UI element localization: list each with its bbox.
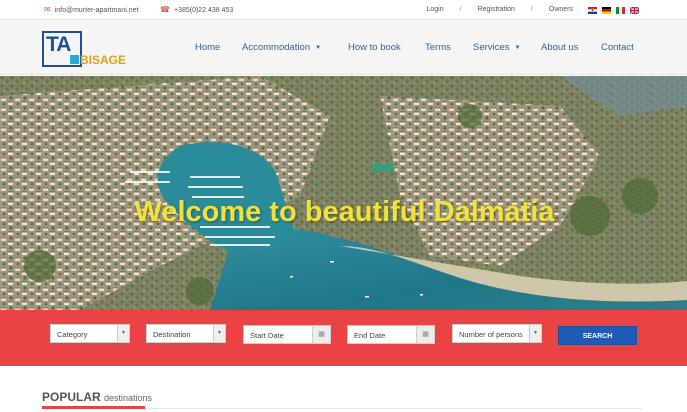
category-select[interactable]: Category ▾ [50, 324, 130, 343]
hero-title: Welcome to beautiful Dalmatia [134, 196, 555, 228]
caret-down-icon: ▼ [514, 44, 521, 51]
category-select-value: Category [57, 330, 88, 339]
top-bar: ✉ info@murter-apartmani.net ☎ +385(0)22 … [0, 0, 687, 20]
email-contact[interactable]: ✉ info@murter-apartmani.net [44, 6, 138, 14]
logo-subtext: BISAGE [80, 53, 127, 67]
flag-germany-icon[interactable] [602, 7, 611, 14]
nav-how-to-book[interactable]: How to book [348, 42, 401, 53]
search-button[interactable]: SEARCH [558, 326, 637, 345]
destination-select-value: Destination [153, 330, 191, 339]
nav-terms[interactable]: Terms [425, 42, 451, 53]
nav-services[interactable]: Services ▼ [473, 42, 520, 53]
nav-label: Home [195, 42, 221, 53]
calendar-icon[interactable]: ▦ [416, 326, 434, 343]
nav-home[interactable]: Home [195, 42, 220, 53]
logo-text: TA [46, 33, 71, 56]
owners-link[interactable]: Owners [549, 6, 573, 13]
nav-contact[interactable]: Contact [601, 42, 634, 53]
login-link[interactable]: Login [426, 6, 443, 13]
popular-destinations-heading: POPULAR destinations [42, 390, 152, 404]
nav-label: About us [541, 42, 579, 53]
popular-title-rest: destinations [104, 393, 153, 403]
envelope-icon: ✉ [44, 5, 51, 14]
hero-banner: Welcome to beautiful Dalmatia [0, 76, 687, 310]
email-text[interactable]: info@murter-apartmani.net [55, 7, 139, 14]
destination-select[interactable]: Destination ▾ [146, 324, 226, 343]
nav-about-us[interactable]: About us [541, 42, 579, 53]
persons-select[interactable]: Number of persons ▾ [452, 324, 542, 343]
nav-label: Services [473, 42, 510, 53]
flag-uk-icon[interactable] [630, 7, 639, 14]
phone-text: +385(0)22 438 453 [173, 6, 234, 14]
calendar-icon[interactable]: ▦ [312, 326, 330, 343]
nav-accommodation[interactable]: Accommodation ▼ [242, 42, 321, 53]
phone-icon: ☎ [160, 5, 170, 14]
start-date-input[interactable]: Start Date ▦ [243, 325, 331, 344]
main-header: TA BISAGE Home Accommodation ▼ How to boo… [0, 20, 687, 75]
flag-croatia-icon[interactable] [588, 7, 597, 14]
site-logo[interactable]: TA BISAGE [42, 31, 134, 69]
end-date-placeholder: End Date [354, 331, 386, 340]
heading-underline [42, 406, 145, 409]
start-date-placeholder: Start Date [250, 331, 284, 340]
nav-label: Contact [601, 42, 634, 53]
search-bar: Category ▾ Destination ▾ Start Date ▦ En… [0, 310, 687, 366]
flag-italy-icon[interactable] [616, 7, 625, 14]
chevron-down-icon: ▾ [213, 325, 225, 342]
end-date-input[interactable]: End Date ▦ [347, 325, 435, 344]
chevron-down-icon: ▾ [529, 325, 541, 342]
chevron-down-icon: ▾ [117, 325, 129, 342]
registration-link[interactable]: Registration [478, 6, 515, 13]
language-flags [588, 7, 639, 14]
account-links: Login / Registration / Owners [426, 6, 573, 13]
nav-label: Accommodation [242, 42, 311, 53]
popular-title-bold: POPULAR [42, 390, 101, 404]
aerial-harbor-image [0, 76, 687, 310]
separator: / [459, 6, 462, 13]
logo-square [70, 55, 79, 64]
persons-select-value: Number of persons [459, 330, 523, 339]
phone-contact: ☎ +385(0)22 438 453 [160, 6, 233, 14]
nav-label: How to book [348, 42, 401, 53]
separator: / [530, 6, 533, 13]
page: ✉ info@murter-apartmani.net ☎ +385(0)22 … [0, 0, 687, 412]
caret-down-icon: ▼ [315, 44, 322, 51]
nav-label: Terms [425, 42, 451, 53]
